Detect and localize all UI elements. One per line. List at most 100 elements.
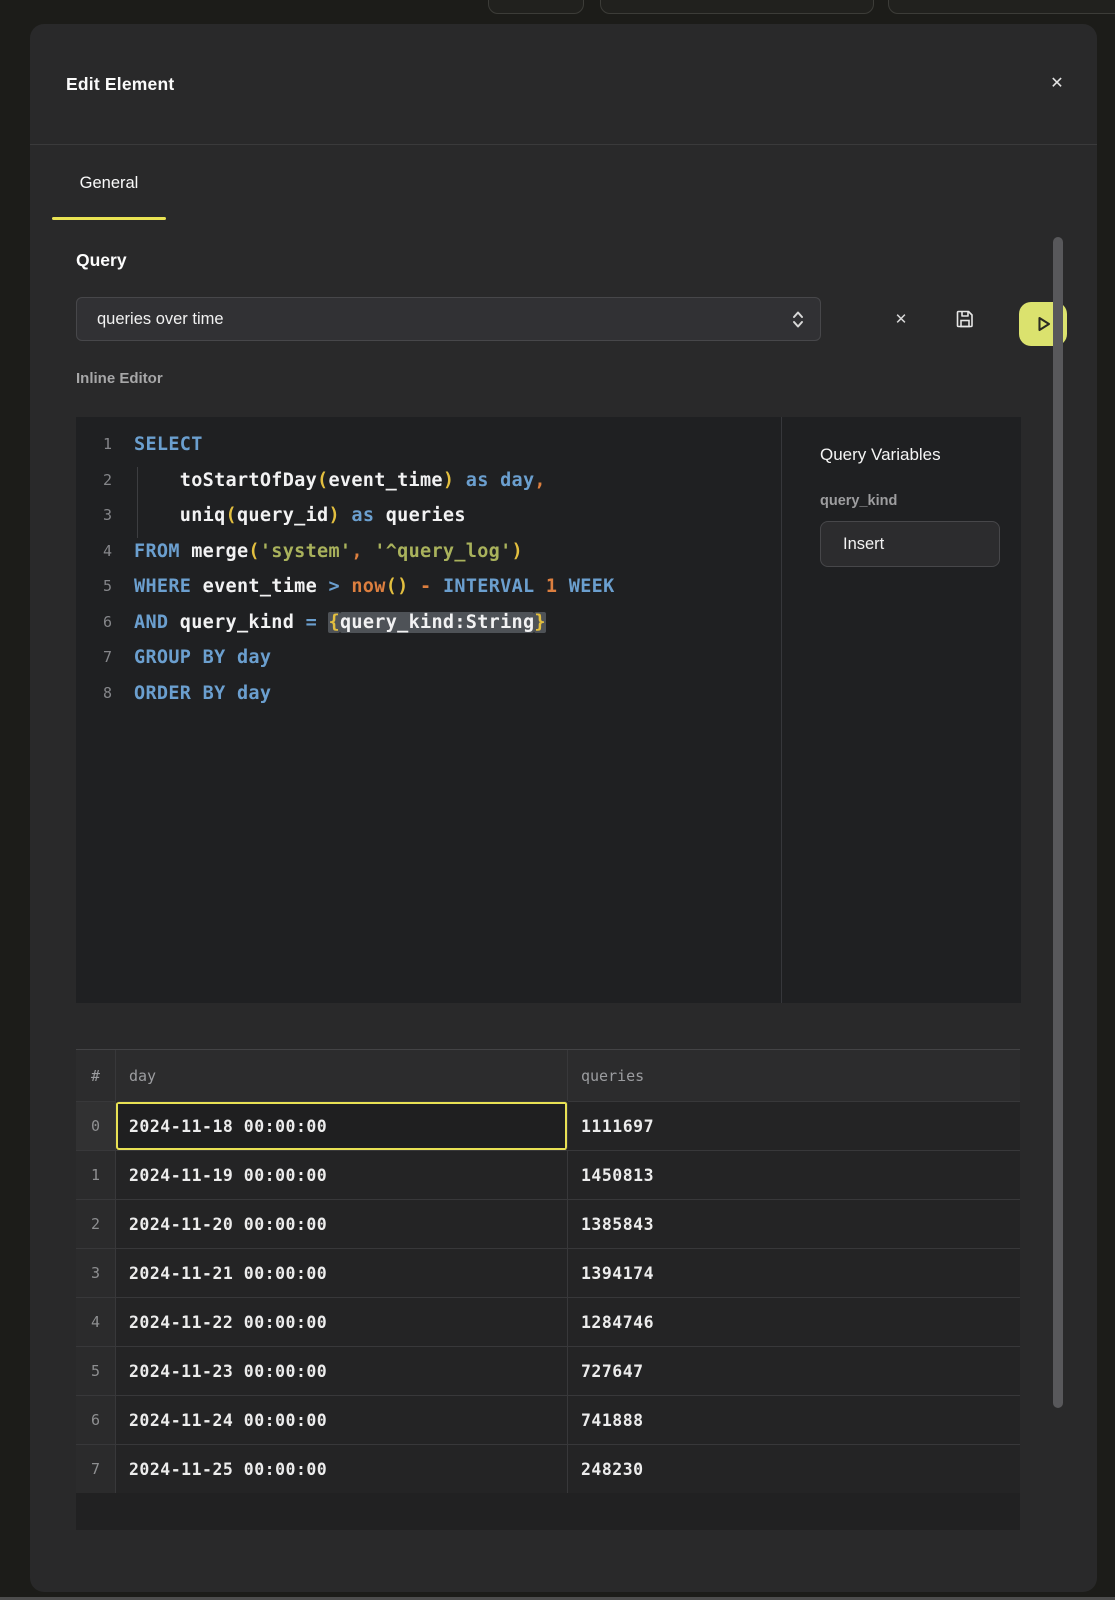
- variable-name-label: query_kind: [820, 493, 1021, 509]
- code-token: {: [328, 612, 339, 633]
- line-number: 2: [76, 463, 112, 499]
- query-toolbar: queries over time ✕: [76, 297, 1067, 341]
- line-number: 4: [76, 534, 112, 570]
- code-token: [431, 576, 442, 597]
- code-line[interactable]: 1SELECT: [76, 427, 781, 463]
- column-header: #: [76, 1050, 116, 1101]
- day-cell[interactable]: 2024-11-18 00:00:00: [116, 1101, 568, 1150]
- chevron-up-down-icon: [792, 310, 804, 329]
- table-header-row: #dayqueries: [76, 1050, 1020, 1101]
- play-icon: [1033, 314, 1053, 334]
- code-token: 'system': [260, 541, 352, 562]
- close-icon[interactable]: ✕: [1041, 68, 1073, 100]
- row-index-cell: 7: [76, 1444, 116, 1493]
- tab-bar: General: [30, 145, 1097, 222]
- query-section-heading: Query: [76, 250, 127, 271]
- day-cell[interactable]: 2024-11-22 00:00:00: [116, 1297, 568, 1346]
- code-token: [134, 470, 180, 491]
- code-token: [134, 505, 180, 526]
- code-token: as: [351, 505, 385, 526]
- code-token: -: [420, 576, 431, 597]
- code-token: [454, 470, 465, 491]
- row-index-cell: 6: [76, 1395, 116, 1444]
- code-line[interactable]: 2 toStartOfDay(event_time) as day,: [76, 463, 781, 499]
- code-token: (: [317, 470, 328, 491]
- day-cell[interactable]: 2024-11-23 00:00:00: [116, 1346, 568, 1395]
- day-cell[interactable]: 2024-11-25 00:00:00: [116, 1444, 568, 1493]
- line-number: 3: [76, 498, 112, 534]
- query-variables-panel: Query Variables query_kind Insert: [781, 417, 1021, 1003]
- modal-header: Edit Element ✕: [30, 24, 1097, 145]
- row-index-cell: 1: [76, 1150, 116, 1199]
- modal-title: Edit Element: [66, 24, 174, 144]
- day-cell[interactable]: 2024-11-24 00:00:00: [116, 1395, 568, 1444]
- table-row: 72024-11-25 00:00:00248230: [76, 1444, 1020, 1493]
- queries-cell[interactable]: 1385843: [568, 1199, 1020, 1248]
- code-line[interactable]: 5WHERE event_time > now() - INTERVAL 1 W…: [76, 569, 781, 605]
- row-index-cell: 0: [76, 1101, 116, 1150]
- day-cell[interactable]: 2024-11-19 00:00:00: [116, 1150, 568, 1199]
- table-row: 02024-11-18 00:00:001111697: [76, 1101, 1020, 1150]
- table-row: 62024-11-24 00:00:00741888: [76, 1395, 1020, 1444]
- code-token: [409, 576, 420, 597]
- code-line[interactable]: 7 GROUP BY day: [76, 640, 781, 676]
- query-select[interactable]: queries over time: [76, 297, 821, 341]
- line-number: 8: [76, 676, 112, 712]
- code-token: WEEK: [569, 576, 615, 597]
- code-token: (: [226, 505, 237, 526]
- code-lines[interactable]: 1SELECT2 toStartOfDay(event_time) as day…: [76, 417, 781, 1003]
- column-header: day: [116, 1050, 568, 1101]
- code-token: queries: [386, 505, 466, 526]
- day-cell[interactable]: 2024-11-21 00:00:00: [116, 1248, 568, 1297]
- code-line[interactable]: 3 uniq(query_id) as queries: [76, 498, 781, 534]
- code-token: (: [248, 541, 259, 562]
- code-line[interactable]: 6AND query_kind = {query_kind:String}: [76, 605, 781, 641]
- code-token: AND: [134, 612, 180, 633]
- code-token: now: [351, 576, 385, 597]
- queries-cell[interactable]: 248230: [568, 1444, 1020, 1493]
- code-line[interactable]: 4FROM merge('system', '^query_log'): [76, 534, 781, 570]
- code-token: >: [328, 576, 351, 597]
- clear-query-icon[interactable]: ✕: [886, 297, 916, 341]
- row-index-cell: 2: [76, 1199, 116, 1248]
- code-line[interactable]: 8ORDER BY day: [76, 676, 781, 712]
- sql-editor: 1SELECT2 toStartOfDay(event_time) as day…: [76, 417, 1021, 1003]
- table-row: 22024-11-20 00:00:001385843: [76, 1199, 1020, 1248]
- line-number: 7: [76, 640, 112, 676]
- table-row: 52024-11-23 00:00:00727647: [76, 1346, 1020, 1395]
- background-panel: [488, 0, 584, 14]
- queries-cell[interactable]: 741888: [568, 1395, 1020, 1444]
- code-token: FROM: [134, 541, 191, 562]
- code-token: }: [534, 612, 545, 633]
- queries-cell[interactable]: 1450813: [568, 1150, 1020, 1199]
- code-token: ): [329, 505, 340, 526]
- queries-cell[interactable]: 1394174: [568, 1248, 1020, 1297]
- table-row: 12024-11-19 00:00:001450813: [76, 1150, 1020, 1199]
- indent-guide: [137, 467, 138, 538]
- code-token: ): [512, 541, 523, 562]
- code-token: (): [386, 576, 409, 597]
- background-panel: [888, 0, 1115, 14]
- queries-cell[interactable]: 727647: [568, 1346, 1020, 1395]
- code-token: ,: [351, 541, 362, 562]
- inline-editor-label: Inline Editor: [76, 370, 163, 387]
- line-number: 1: [76, 427, 112, 463]
- code-token: merge: [191, 541, 248, 562]
- save-icon[interactable]: [950, 297, 980, 341]
- queries-cell[interactable]: 1111697: [568, 1101, 1020, 1150]
- queries-cell[interactable]: 1284746: [568, 1297, 1020, 1346]
- insert-variable-button[interactable]: Insert: [820, 521, 1000, 567]
- code-token: as day: [466, 470, 535, 491]
- code-token: GROUP BY day: [134, 647, 271, 668]
- modal-scrollbar[interactable]: [1053, 237, 1063, 1408]
- code-token: query_kind: [180, 612, 306, 633]
- code-token: query_kind:String: [340, 612, 534, 633]
- code-token: 1: [546, 576, 569, 597]
- edit-element-modal: Edit Element ✕ General Query queries ove…: [30, 24, 1097, 1592]
- code-token: [363, 541, 374, 562]
- code-token: toStartOfDay: [180, 470, 317, 491]
- tab-general[interactable]: General: [52, 145, 166, 222]
- code-token: =: [306, 612, 329, 633]
- day-cell[interactable]: 2024-11-20 00:00:00: [116, 1199, 568, 1248]
- code-token: WHERE: [134, 576, 203, 597]
